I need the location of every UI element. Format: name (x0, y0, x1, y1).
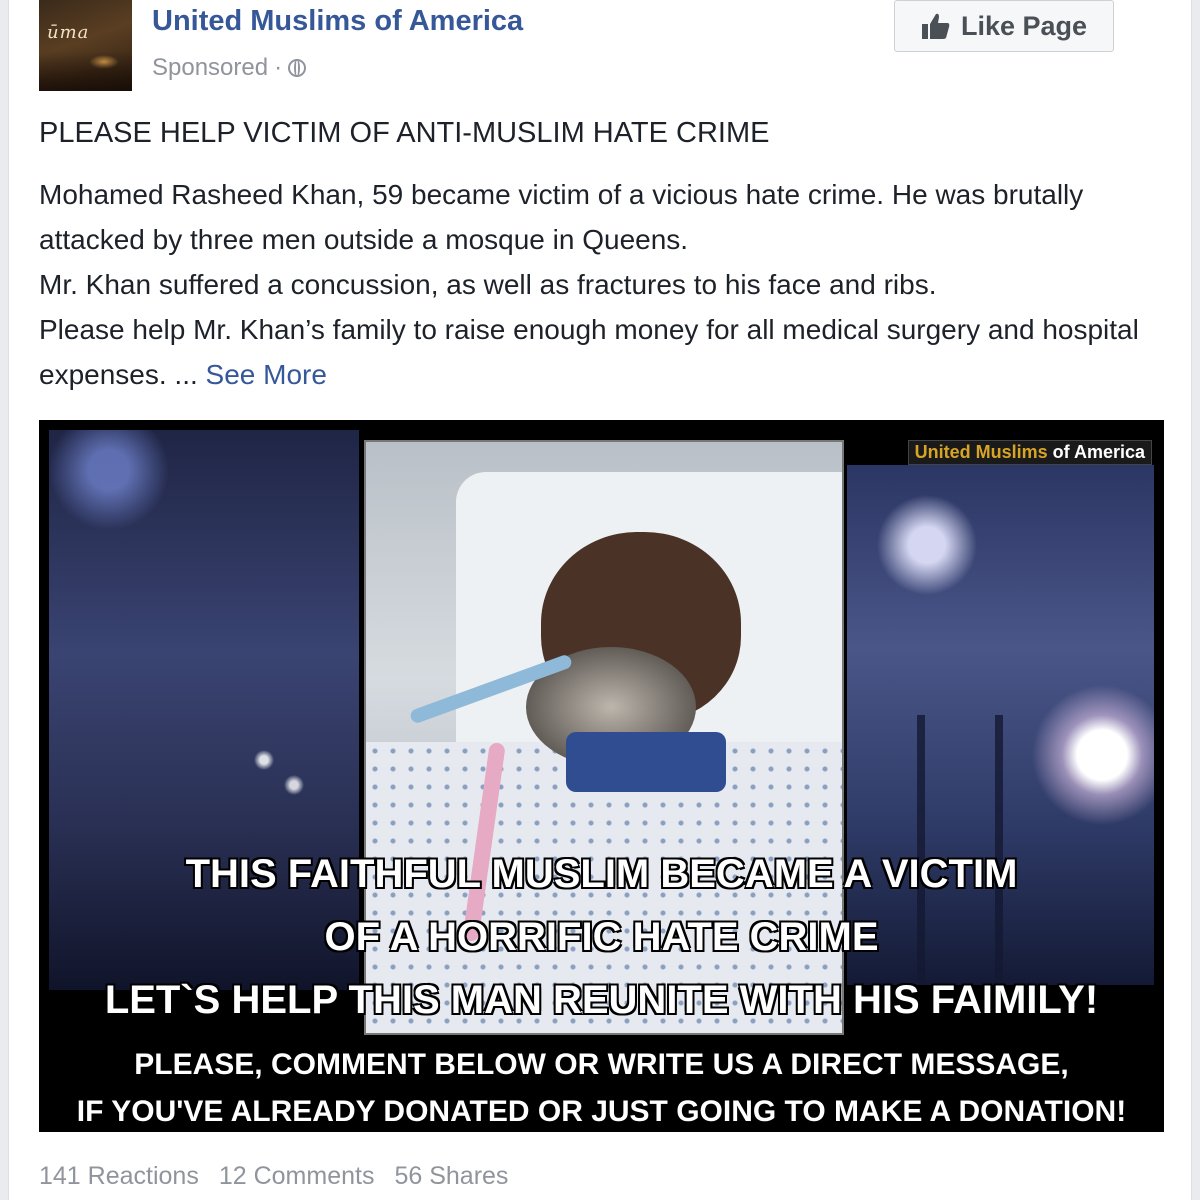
meta-separator: · (274, 54, 283, 81)
post-body-paragraph: Mr. Khan suffered a concussion, as well … (39, 269, 937, 300)
post-stats: 141 Reactions 12 Comments 56 Shares (39, 1162, 508, 1191)
thumbs-up-icon (921, 12, 951, 40)
image-watermark: United Muslims of America (907, 440, 1152, 465)
sponsored-label[interactable]: Sponsored (152, 54, 268, 82)
avatar-skyline (39, 51, 132, 91)
post-body-text: Please help Mr. Khan’s family to raise e… (39, 314, 1139, 390)
post-meta: Sponsored · (152, 54, 307, 82)
post-image[interactable]: United Muslims of America THIS FAITHFUL … (39, 420, 1164, 1132)
image-caption-line: PLEASE, COMMENT BELOW OR WRITE US A DIRE… (134, 1048, 1069, 1081)
post-headline: PLEASE HELP VICTIM OF ANTI-MUSLIM HATE C… (39, 117, 770, 149)
reactions-count[interactable]: 141 Reactions (39, 1162, 199, 1191)
post-body-paragraph: Mohamed Rasheed Khan, 59 became victim o… (39, 179, 1084, 255)
photo-neck-brace (566, 732, 726, 792)
comments-count[interactable]: 12 Comments (219, 1162, 375, 1191)
post-body-paragraph: Please help Mr. Khan’s family to raise e… (39, 307, 1179, 397)
shares-count[interactable]: 56 Shares (394, 1162, 508, 1191)
page-name-link[interactable]: United Muslims of America (152, 5, 523, 38)
see-more-link[interactable]: See More (206, 359, 327, 390)
image-caption-line: IF YOU'VE ALREADY DONATED OR JUST GOING … (76, 1095, 1127, 1128)
page-avatar[interactable]: ūma (39, 0, 132, 91)
image-caption-line: THIS FAITHFUL MUSLIM BECAME A VICTIM (185, 852, 1018, 896)
watermark-text: of America (1047, 442, 1145, 462)
globe-icon (288, 59, 307, 77)
like-page-label: Like Page (960, 10, 1088, 41)
watermark-text-highlight: United Muslims (914, 442, 1048, 462)
like-page-button[interactable]: Like Page (894, 0, 1114, 52)
image-caption-line: LET`S HELP THIS MAN REUNITE WITH HIS FAI… (104, 978, 1099, 1022)
image-caption-line: OF A HORRIFIC HATE CRIME (324, 915, 879, 959)
image-background-right (847, 465, 1154, 985)
page-logo: ūma (47, 22, 90, 43)
post-body: Mohamed Rasheed Khan, 59 became victim o… (39, 172, 1179, 397)
facebook-post-card: ūma United Muslims of America Sponsored … (8, 0, 1192, 1200)
image-background-left (49, 430, 359, 990)
